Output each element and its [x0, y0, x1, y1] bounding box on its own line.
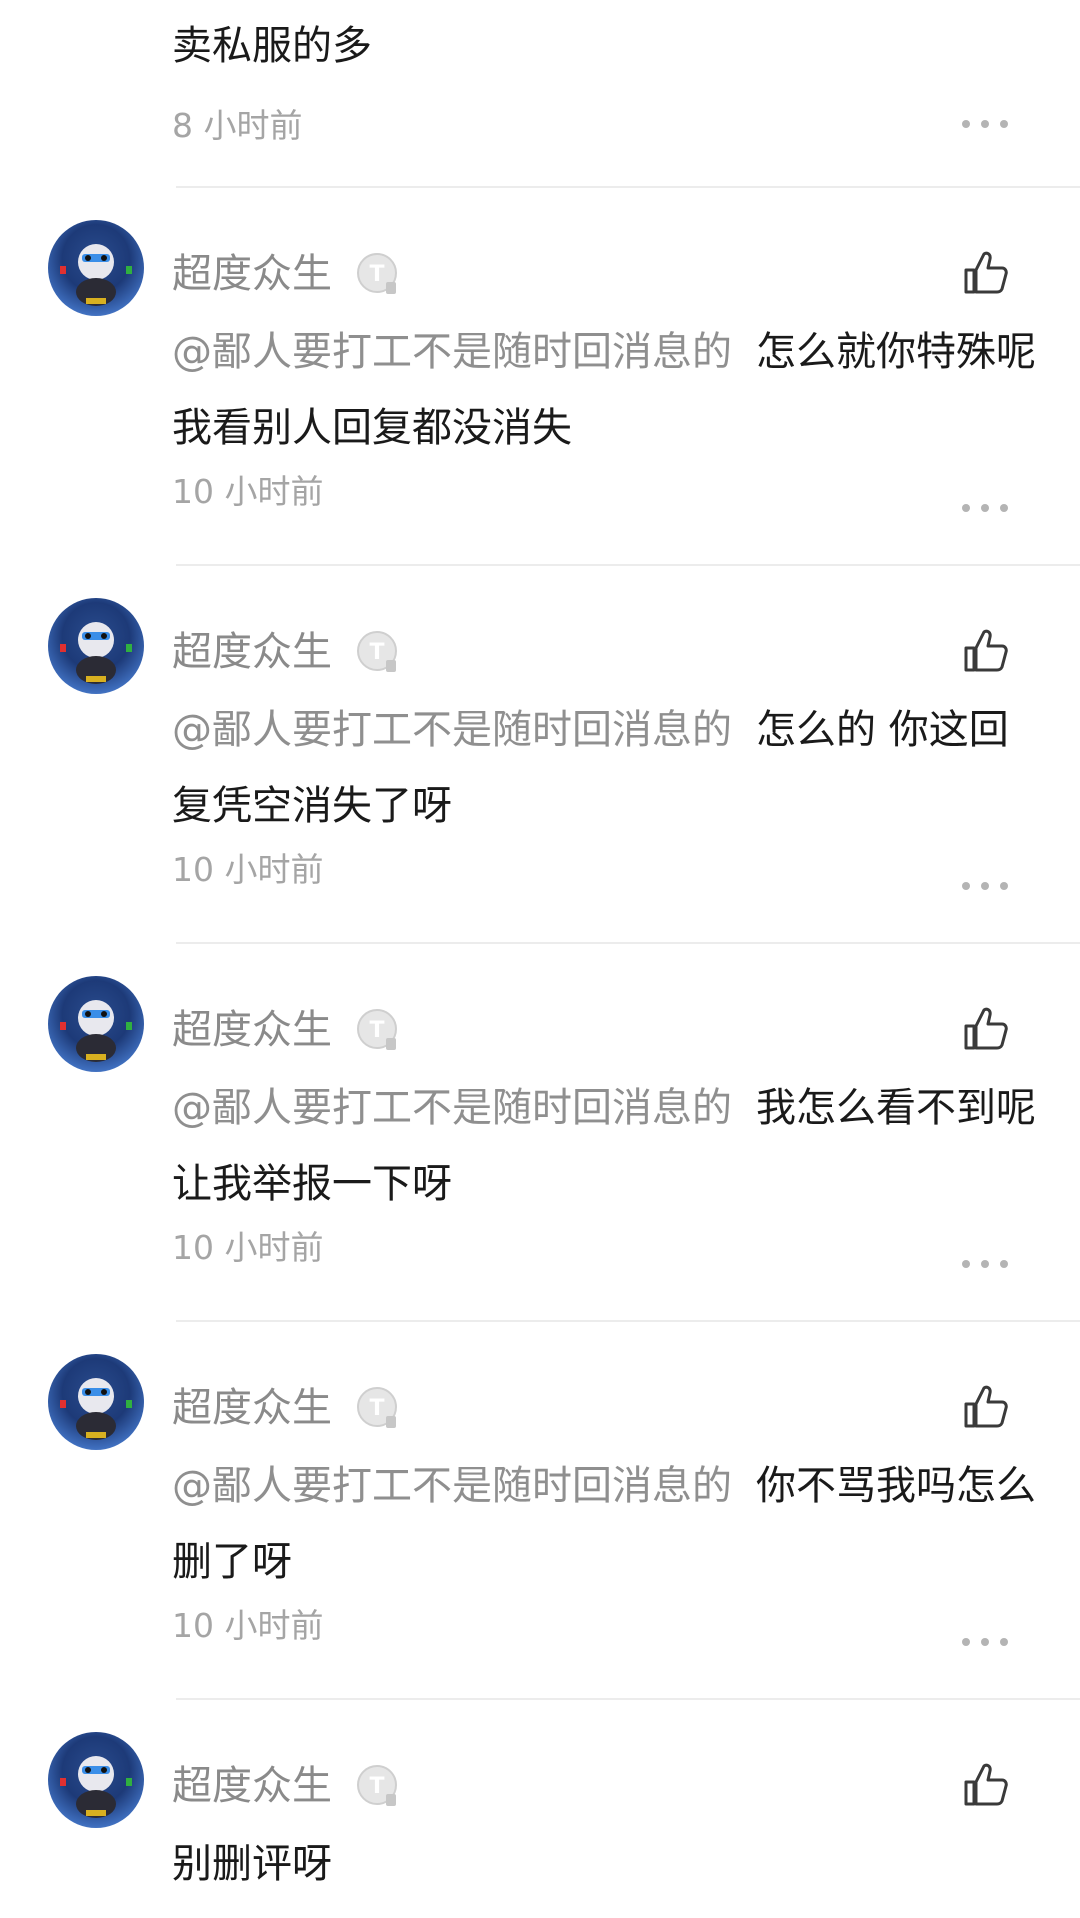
thumbs-up-icon[interactable] [960, 1004, 1010, 1054]
svg-text:T: T [369, 1396, 384, 1421]
svg-text:T: T [369, 1774, 384, 1799]
svg-text:T: T [369, 1018, 384, 1043]
comment-item: 超度众生 T @鄙人要打工不是随时回消息的 你不骂我吗怎么删了呀 10 小时前 [0, 1322, 1080, 1700]
comment-item: 超度众生 T @鄙人要打工不是随时回消息的 怎么就你特殊呢 我看别人回复都没消失 … [0, 188, 1080, 566]
svg-text:T: T [369, 262, 384, 287]
more-dots-icon[interactable] [962, 118, 1008, 130]
level-badge-icon: T [357, 1765, 397, 1806]
more-dots-icon[interactable] [962, 502, 1008, 514]
level-badge-icon: T [357, 631, 397, 672]
comment-item: 超度众生 T @鄙人要打工不是随时回消息的 怎么的 你这回复凭空消失了呀 10 小… [0, 566, 1080, 944]
avatar[interactable] [48, 1732, 144, 1828]
comment-item: 超度众生 T 别删评呀 [0, 1700, 1080, 1918]
thumbs-up-icon[interactable] [960, 248, 1010, 298]
comment-body: 别删评呀 [172, 1826, 1036, 1902]
comment-text: 别删评呀 [172, 1841, 332, 1887]
comment-item: 超度众生 T @鄙人要打工不是随时回消息的 我怎么看不到呢让我举报一下呀 10 小… [0, 944, 1080, 1322]
thumbs-up-icon[interactable] [960, 1760, 1010, 1810]
avatar[interactable] [48, 1354, 144, 1450]
more-dots-icon[interactable] [962, 1636, 1008, 1648]
level-badge-icon: T [357, 1009, 397, 1050]
comment-time: 10 小时前 [172, 472, 324, 511]
more-dots-icon[interactable] [962, 880, 1008, 892]
comment-body: @鄙人要打工不是随时回消息的 怎么的 你这回复凭空消失了呀 [172, 692, 1036, 844]
username[interactable]: 超度众生 [172, 1002, 332, 1058]
username[interactable]: 超度众生 [172, 246, 332, 302]
avatar[interactable] [48, 598, 144, 694]
comment-time: 10 小时前 [172, 850, 324, 889]
username[interactable]: 超度众生 [172, 1380, 332, 1436]
comment-body: @鄙人要打工不是随时回消息的 我怎么看不到呢让我举报一下呀 [172, 1070, 1036, 1222]
svg-text:T: T [369, 640, 384, 665]
comment-body: @鄙人要打工不是随时回消息的 怎么就你特殊呢 我看别人回复都没消失 [172, 314, 1036, 466]
avatar[interactable] [48, 976, 144, 1072]
comment-body: @鄙人要打工不是随时回消息的 你不骂我吗怎么删了呀 [172, 1448, 1036, 1600]
level-badge-icon: T [357, 1387, 397, 1428]
mention-link[interactable]: @鄙人要打工不是随时回消息的 [172, 329, 732, 375]
thumbs-up-icon[interactable] [960, 1382, 1010, 1432]
comment-time: 10 小时前 [172, 1228, 324, 1267]
comment-time: 10 小时前 [172, 1606, 324, 1645]
comment-text: 卖私服的多 [172, 23, 372, 69]
mention-link[interactable]: @鄙人要打工不是随时回消息的 [172, 1085, 732, 1131]
username[interactable]: 超度众生 [172, 624, 332, 680]
more-dots-icon[interactable] [962, 1258, 1008, 1270]
mention-link[interactable]: @鄙人要打工不是随时回消息的 [172, 707, 732, 753]
mention-link[interactable]: @鄙人要打工不是随时回消息的 [172, 1463, 732, 1509]
thumbs-up-icon[interactable] [960, 626, 1010, 676]
username[interactable]: 超度众生 [172, 1758, 332, 1814]
level-badge-icon: T [357, 253, 397, 294]
avatar[interactable] [48, 220, 144, 316]
comment-time: 8 小时前 [172, 106, 303, 145]
